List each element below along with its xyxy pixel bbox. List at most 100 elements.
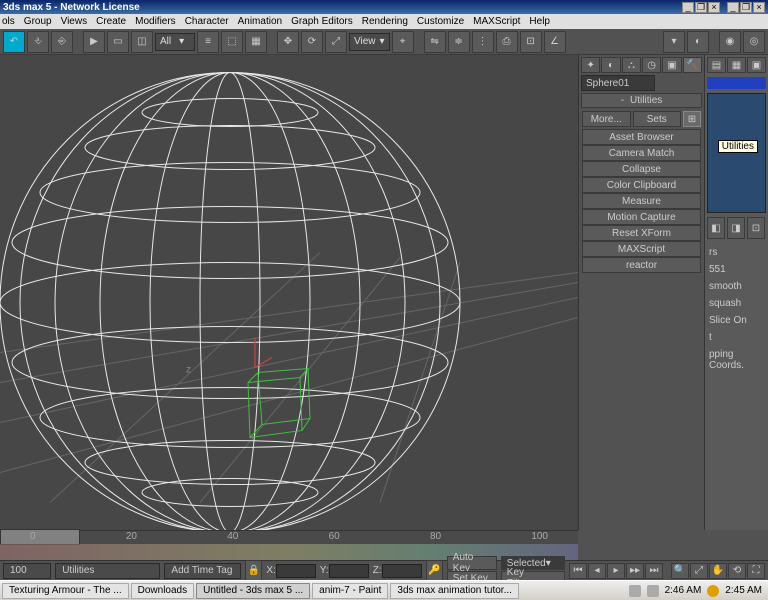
render-button[interactable]: ◉ — [719, 31, 741, 53]
menu-animation[interactable]: Animation — [238, 16, 282, 27]
select-crossing-button[interactable]: ▦ — [245, 31, 267, 53]
goto-start-button[interactable]: ⏮ — [569, 563, 587, 579]
tab-utilities[interactable]: 🔨 — [683, 57, 702, 73]
task-item[interactable]: Texturing Armour - The ... — [2, 583, 129, 599]
util-color-clipboard[interactable]: Color Clipboard — [582, 177, 701, 193]
outer-btn-c[interactable]: ⊡ — [747, 217, 765, 239]
time-slider[interactable]: 0 20406080 100 — [0, 530, 578, 544]
menu-graph-editors[interactable]: Graph Editors — [291, 16, 353, 27]
menu-tools[interactable]: ols — [2, 16, 15, 27]
task-item[interactable]: 3ds max animation tutor... — [390, 583, 519, 599]
outer-tab-1[interactable]: ▤ — [707, 57, 726, 73]
angle-snap-button[interactable]: ∠ — [544, 31, 566, 53]
unlink-button[interactable]: ⎆ — [51, 31, 73, 53]
utilities-rollout-header[interactable]: -Utilities — [581, 93, 702, 108]
select-region-button[interactable]: ▭ — [107, 31, 129, 53]
ref-coord-dropdown[interactable]: View▾ — [349, 33, 390, 51]
select-button[interactable]: ▶ — [83, 31, 105, 53]
par-t: t — [709, 332, 764, 343]
task-item[interactable]: Downloads — [131, 583, 194, 599]
align-button[interactable]: ≑ — [448, 31, 470, 53]
minimize-button[interactable]: _ — [682, 2, 694, 13]
util-motion-capture[interactable]: Motion Capture — [582, 209, 701, 225]
menu-views[interactable]: Views — [61, 16, 88, 27]
outer-btn-b[interactable]: ◨ — [727, 217, 745, 239]
minimize-button-outer[interactable]: _ — [727, 2, 739, 13]
menu-help[interactable]: Help — [529, 16, 550, 27]
menu-rendering[interactable]: Rendering — [362, 16, 408, 27]
sets-button[interactable]: Sets — [633, 111, 682, 127]
close-button[interactable]: × — [708, 2, 720, 13]
tab-create[interactable]: ✦ — [581, 57, 600, 73]
task-item[interactable]: Untitled - 3ds max 5 ... — [196, 583, 310, 599]
material-button[interactable]: ◐ — [687, 31, 709, 53]
tray-icon[interactable] — [647, 585, 659, 597]
auto-key-button[interactable]: Auto Key — [447, 556, 497, 570]
lock-icon[interactable]: 🔒 — [245, 560, 262, 582]
more-button[interactable]: More... — [582, 111, 631, 127]
snapshot-button[interactable]: ⎙ — [496, 31, 518, 53]
util-maxscript[interactable]: MAXScript — [582, 241, 701, 257]
minmax-button[interactable]: ⛶ — [747, 563, 765, 579]
menu-group[interactable]: Group — [24, 16, 52, 27]
menu-character[interactable]: Character — [185, 16, 229, 27]
util-measure[interactable]: Measure — [582, 193, 701, 209]
x-spinner[interactable]: X: — [266, 564, 315, 578]
object-name-field[interactable]: Sphere01 — [581, 75, 655, 91]
mirror-button[interactable]: ⇋ — [424, 31, 446, 53]
util-reactor[interactable]: reactor — [582, 257, 701, 273]
selection-filter-dropdown[interactable]: All▾ — [155, 33, 195, 51]
color-swatch[interactable] — [707, 77, 766, 89]
scale-button[interactable]: ⤢ — [325, 31, 347, 53]
array-button[interactable]: ⋮ — [472, 31, 494, 53]
menu-modifiers[interactable]: Modifiers — [135, 16, 176, 27]
pan-button[interactable]: ✋ — [709, 563, 727, 579]
menu-create[interactable]: Create — [96, 16, 126, 27]
tray-icon[interactable] — [629, 585, 641, 597]
par-rs: rs — [709, 247, 764, 258]
named-sel-button[interactable]: ▾ — [663, 31, 685, 53]
outer-btn-a[interactable]: ◧ — [707, 217, 725, 239]
restore-button[interactable]: ❐ — [695, 2, 707, 13]
util-collapse[interactable]: Collapse — [582, 161, 701, 177]
key-icon[interactable]: 🔑 — [426, 560, 443, 582]
config-button[interactable]: ⊞ — [683, 111, 701, 127]
snap-button[interactable]: ⊡ — [520, 31, 542, 53]
close-button-outer[interactable]: × — [753, 2, 765, 13]
menu-customize[interactable]: Customize — [417, 16, 464, 27]
pivot-button[interactable]: ⌖ — [392, 31, 414, 53]
outer-tab-2[interactable]: ▦ — [727, 57, 746, 73]
select-by-name-button[interactable]: ≡ — [197, 31, 219, 53]
zoom-button[interactable]: 🔍 — [671, 563, 689, 579]
add-time-tag[interactable]: Add Time Tag — [164, 563, 241, 579]
undo-button[interactable]: ↶ — [3, 31, 25, 53]
rotate-button[interactable]: ⟳ — [301, 31, 323, 53]
app-title: 3ds max 5 - Network License — [3, 2, 140, 13]
select-rect-button[interactable]: ⬚ — [221, 31, 243, 53]
move-button[interactable]: ✥ — [277, 31, 299, 53]
perspective-viewport[interactable]: z — [0, 55, 578, 530]
z-spinner[interactable]: Z: — [373, 564, 422, 578]
smiley-icon[interactable] — [707, 585, 719, 597]
util-reset-xform[interactable]: Reset XForm — [582, 225, 701, 241]
restore-button-outer[interactable]: ❐ — [740, 2, 752, 13]
tab-hierarchy[interactable]: ⛬ — [622, 57, 641, 73]
util-asset-browser[interactable]: Asset Browser — [582, 129, 701, 145]
next-frame-button[interactable]: ▸▸ — [626, 563, 644, 579]
link-button[interactable]: ⎀ — [27, 31, 49, 53]
y-spinner[interactable]: Y: — [320, 564, 369, 578]
play-button[interactable]: ▸ — [607, 563, 625, 579]
tab-modify[interactable]: ◐ — [601, 57, 620, 73]
menu-maxscript[interactable]: MAXScript — [473, 16, 520, 27]
select-window-button[interactable]: ◫ — [131, 31, 153, 53]
task-item[interactable]: anim-7 - Paint — [312, 583, 388, 599]
prev-frame-button[interactable]: ◂ — [588, 563, 606, 579]
zoom-all-button[interactable]: ⤢ — [690, 563, 708, 579]
tab-display[interactable]: ▣ — [662, 57, 681, 73]
orbit-button[interactable]: ⟲ — [728, 563, 746, 579]
tab-motion[interactable]: ◷ — [642, 57, 661, 73]
goto-end-button[interactable]: ⏭ — [645, 563, 663, 579]
render-last-button[interactable]: ◎ — [743, 31, 765, 53]
outer-tab-3[interactable]: ▣ — [747, 57, 766, 73]
util-camera-match[interactable]: Camera Match — [582, 145, 701, 161]
